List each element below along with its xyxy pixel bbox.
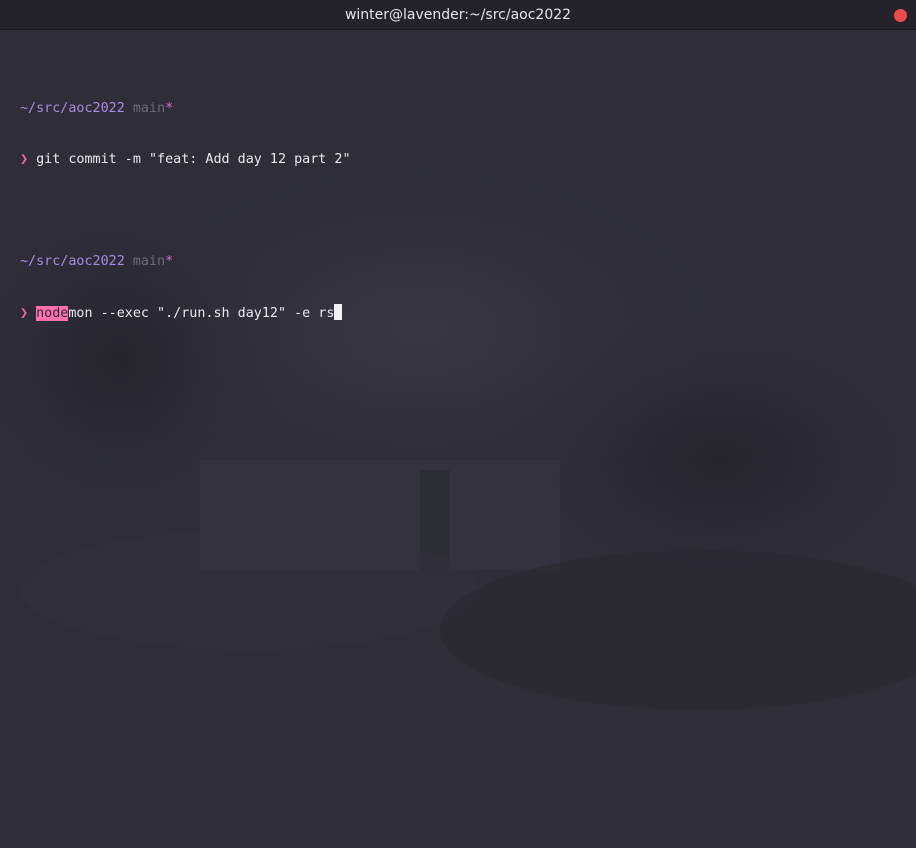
git-branch: main — [132, 254, 166, 269]
terminal-output: ~/src/aoc2022 main* ❯ git commit -m "fea… — [20, 66, 351, 355]
command-line-1: ❯ git commit -m "feat: Add day 12 part 2… — [20, 151, 351, 168]
cwd-path: ~/src/aoc2022 — [20, 254, 125, 269]
command-line-2[interactable]: ❯ nodemon --exec "./run.sh day12" -e rs — [20, 304, 351, 321]
prompt-line-1: ~/src/aoc2022 main* — [20, 100, 351, 117]
command-text: git commit -m "feat: Add day 12 part 2" — [36, 152, 351, 167]
command-highlight: node — [36, 306, 69, 321]
prompt-line-2: ~/src/aoc2022 main* — [20, 253, 351, 270]
git-branch: main — [132, 101, 166, 116]
text-cursor — [334, 304, 343, 320]
cwd-path: ~/src/aoc2022 — [20, 101, 125, 116]
git-dirty-marker: * — [165, 101, 174, 116]
terminal-area[interactable]: ~/src/aoc2022 main* ❯ git commit -m "fea… — [0, 30, 916, 848]
terminal-window: winter@lavender:~/src/aoc2022 ~/src/aoc2… — [0, 0, 916, 848]
prompt-symbol: ❯ — [20, 152, 29, 167]
close-icon[interactable] — [894, 9, 907, 22]
git-dirty-marker: * — [165, 254, 174, 269]
prompt-symbol: ❯ — [20, 306, 29, 321]
command-input-text[interactable]: mon --exec "./run.sh day12" -e rs — [68, 306, 334, 321]
title-bar[interactable]: winter@lavender:~/src/aoc2022 — [0, 0, 916, 30]
window-title: winter@lavender:~/src/aoc2022 — [344, 7, 572, 23]
